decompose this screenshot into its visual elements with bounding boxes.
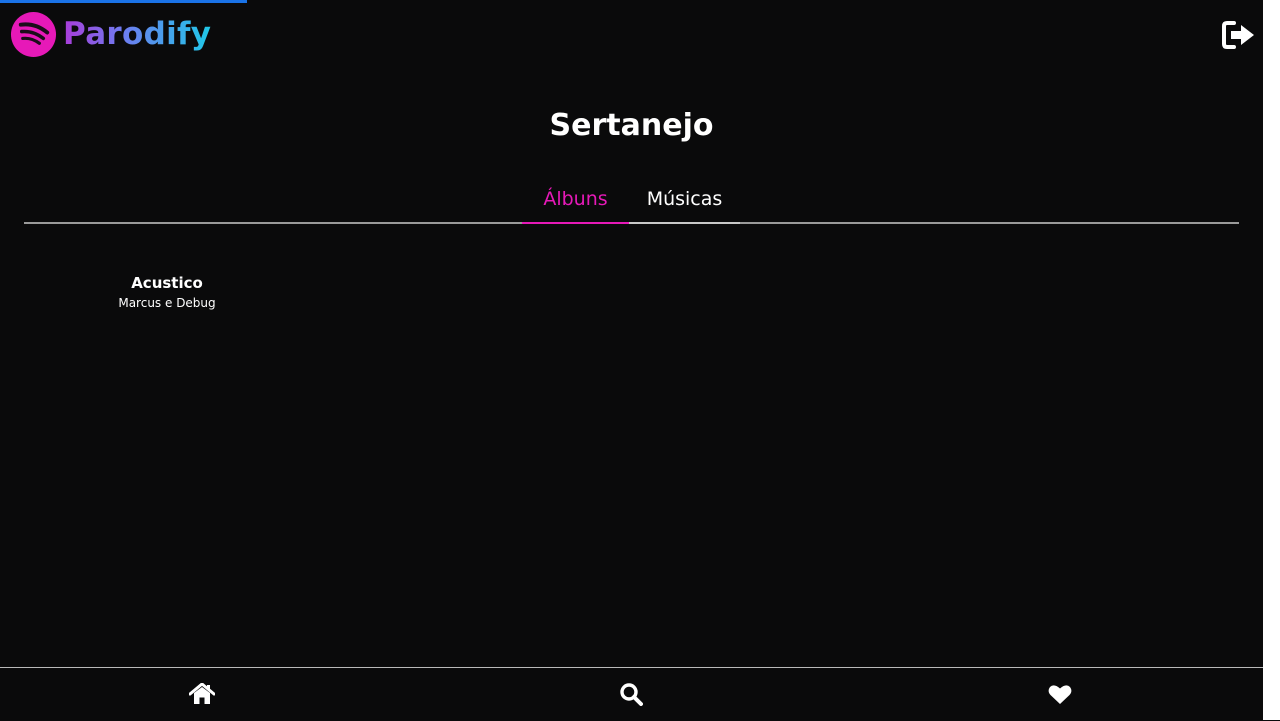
logout-button[interactable]	[1222, 20, 1256, 50]
home-icon	[189, 683, 215, 704]
heart-icon	[1048, 684, 1072, 704]
nav-search-button[interactable]	[601, 668, 661, 720]
page-loading-progress	[0, 0, 247, 3]
logo[interactable]: Parodify	[10, 10, 211, 58]
nav-favorites-button[interactable]	[1030, 668, 1090, 720]
app-root: Parodify Sertanejo Álbuns Músicas Acusti…	[0, 0, 1263, 721]
sign-out-icon	[1222, 21, 1254, 49]
bottom-nav	[0, 667, 1263, 721]
album-title: Acustico	[131, 274, 203, 292]
tab-bar: Álbuns Músicas	[24, 176, 1239, 224]
tab-albums[interactable]: Álbuns	[522, 176, 629, 224]
album-card[interactable]: Acustico Marcus e Debug	[92, 270, 242, 310]
scrollbar[interactable]	[1263, 0, 1280, 720]
album-artist: Marcus e Debug	[118, 296, 216, 310]
tab-musicas[interactable]: Músicas	[629, 176, 740, 224]
logo-text: Parodify	[63, 10, 211, 58]
search-icon	[620, 683, 643, 706]
parodify-logo-icon	[10, 11, 57, 57]
nav-home-button[interactable]	[172, 668, 232, 720]
page-title: Sertanejo	[549, 108, 714, 143]
app-header: Parodify	[0, 0, 1263, 68]
